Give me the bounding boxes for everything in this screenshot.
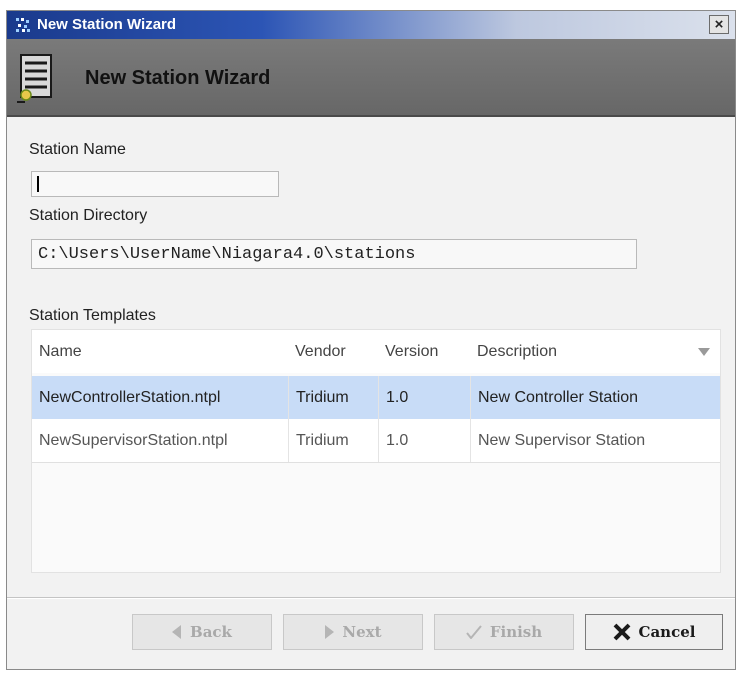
station-templates-table: Name Vendor Version Description NewContr… xyxy=(31,329,721,573)
new-station-wizard-dialog: New Station Wizard × New Station Wizard … xyxy=(6,10,736,670)
template-description: New Controller Station xyxy=(470,376,720,419)
back-arrow-icon xyxy=(172,625,182,639)
wizard-header: New Station Wizard xyxy=(7,39,735,117)
back-button-label: Back xyxy=(190,623,232,641)
column-menu-dropdown-icon[interactable] xyxy=(698,348,710,356)
template-name: NewControllerStation.ntpl xyxy=(39,389,221,406)
station-directory-label: Station Directory xyxy=(29,207,148,224)
checkmark-icon xyxy=(466,625,482,639)
window-title: New Station Wizard xyxy=(37,16,177,33)
next-button[interactable]: Next xyxy=(283,614,423,650)
column-header-description[interactable]: Description xyxy=(470,330,720,373)
cancel-button[interactable]: Cancel xyxy=(585,614,723,650)
template-name: NewSupervisorStation.ntpl xyxy=(39,432,228,449)
finish-button[interactable]: Finish xyxy=(434,614,574,650)
close-button[interactable]: × xyxy=(709,15,729,34)
column-header-vendor[interactable]: Vendor xyxy=(288,330,378,373)
template-version: 1.0 xyxy=(378,376,470,419)
station-name-input[interactable] xyxy=(31,171,279,197)
back-button[interactable]: Back xyxy=(132,614,272,650)
station-templates-label: Station Templates xyxy=(29,307,156,324)
wizard-title: New Station Wizard xyxy=(85,67,271,89)
template-vendor: Tridium xyxy=(288,419,378,462)
table-row[interactable]: NewSupervisorStation.ntpl Tridium 1.0 Ne… xyxy=(32,419,720,463)
title-bar[interactable]: New Station Wizard × xyxy=(7,11,735,39)
template-version: 1.0 xyxy=(378,419,470,462)
template-vendor: Tridium xyxy=(288,376,378,419)
next-button-label: Next xyxy=(342,623,382,641)
table-header: Name Vendor Version Description xyxy=(32,330,720,373)
station-name-label: Station Name xyxy=(29,141,126,158)
station-directory-value: C:\Users\UserName\Niagara4.0\stations xyxy=(38,245,416,264)
column-header-version[interactable]: Version xyxy=(378,330,470,373)
template-description: New Supervisor Station xyxy=(470,419,720,462)
table-row-selected[interactable]: NewControllerStation.ntpl Tridium 1.0 Ne… xyxy=(32,376,720,419)
column-header-name[interactable]: Name xyxy=(32,330,287,373)
text-caret xyxy=(37,176,39,192)
cancel-button-label: Cancel xyxy=(638,623,696,641)
station-directory-input[interactable]: C:\Users\UserName\Niagara4.0\stations xyxy=(31,239,637,269)
app-icon xyxy=(16,18,30,32)
station-wizard-icon xyxy=(17,54,52,103)
cancel-x-icon xyxy=(613,623,630,641)
next-arrow-icon xyxy=(325,625,335,639)
button-bar-separator xyxy=(7,597,735,599)
finish-button-label: Finish xyxy=(489,623,543,641)
close-icon: × xyxy=(714,16,724,33)
